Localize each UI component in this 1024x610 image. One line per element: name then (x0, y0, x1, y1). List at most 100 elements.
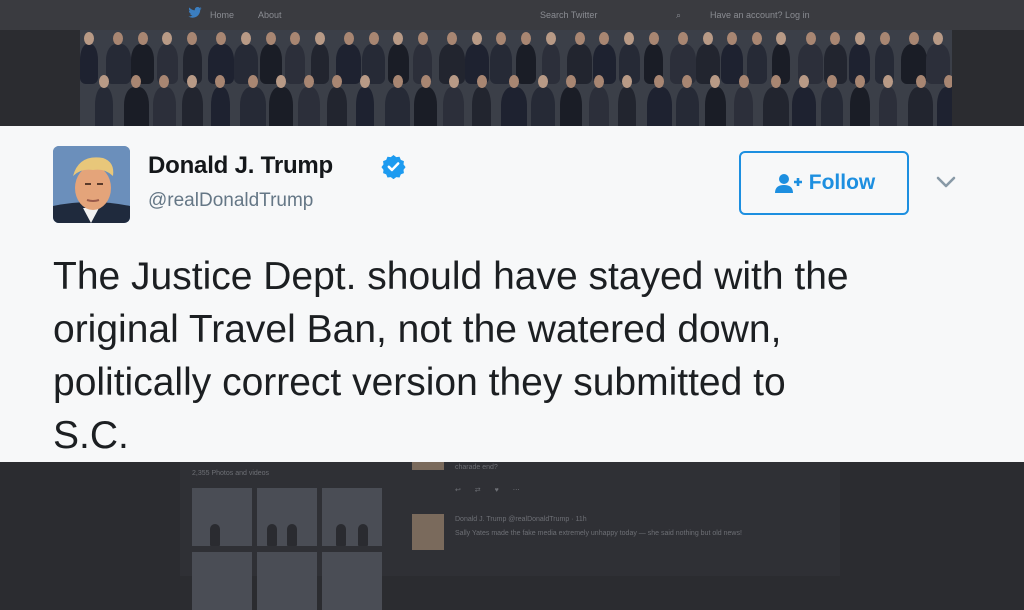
crowd-person-head (332, 75, 343, 88)
background-profile-content: 2,355 Photos and videos charade end? ↩ ⇄… (180, 462, 840, 610)
crowd-person-head (648, 32, 659, 45)
photo-thumbnail[interactable] (192, 552, 252, 610)
crowd-person-head (682, 75, 693, 88)
crowd-person-head (702, 32, 713, 45)
crowd-person (152, 87, 176, 128)
crowd-front-row (80, 75, 952, 128)
crowd-person-head (304, 75, 314, 88)
photo-thumbnail[interactable] (322, 488, 382, 546)
crowd-person-head (290, 32, 301, 45)
crowd-person-head (574, 32, 585, 45)
crowd-person-head (360, 75, 371, 88)
crowd-person-head (751, 32, 762, 45)
crowd-person-head (537, 75, 548, 88)
crowd-person-head (654, 75, 665, 88)
tweet-text: Sally Yates made the fake media extremel… (455, 530, 742, 537)
crowd-person-head (162, 32, 173, 45)
crowd-person (123, 87, 149, 128)
crowd-person-head (624, 32, 635, 45)
crowd-person-head (621, 75, 632, 88)
crowd-person-head (98, 75, 109, 88)
crowd-person-head (933, 32, 944, 45)
crowd-person-head (727, 32, 738, 45)
photo-thumbnail[interactable] (192, 488, 252, 546)
crowd-person-head (314, 32, 325, 45)
crowd-person (501, 87, 528, 128)
follow-button-label: Follow (808, 171, 876, 194)
photo-thumbnail[interactable] (257, 552, 317, 610)
chevron-down-icon[interactable] (934, 170, 958, 194)
crowd-person (385, 87, 411, 128)
tweet-text: The Justice Dept. should have stayed wit… (53, 255, 849, 457)
crowd-person-head (509, 75, 520, 88)
crowd-person-head (247, 75, 258, 88)
prev-tweet-text: charade end? (455, 464, 498, 471)
crowd-person (327, 87, 348, 128)
search-icon[interactable]: ⌕ (676, 10, 681, 21)
crowd-person-head (830, 32, 841, 45)
crowd-person-head (599, 32, 610, 45)
crowd-person-head (215, 75, 226, 88)
crowd-person (704, 87, 726, 128)
follow-button[interactable]: Follow (739, 151, 909, 215)
verified-badge-icon (381, 155, 406, 179)
crowd-person (617, 87, 636, 128)
display-name[interactable]: Donald J. Trump (148, 152, 333, 180)
user-handle[interactable]: @realDonaldTrump (148, 190, 313, 212)
crowd-person (181, 87, 203, 128)
crowd-person (210, 87, 230, 128)
avatar[interactable] (53, 146, 130, 223)
crowd-person-head (496, 32, 507, 45)
twitter-bird-icon (188, 7, 202, 18)
add-user-icon (774, 174, 802, 193)
crowd-person-head (943, 75, 952, 88)
tweet-actions[interactable]: ↩ ⇄ ♥ ⋯ (455, 486, 526, 494)
crowd-person-head (265, 32, 276, 45)
nav-home[interactable]: Home (210, 10, 234, 20)
crowd-person (298, 87, 320, 128)
crowd-person-head (545, 32, 556, 45)
crowd-person-head (771, 75, 782, 88)
crowd-person (646, 87, 672, 128)
crowd-person (937, 87, 952, 128)
crowd-person (530, 87, 555, 128)
photos-videos-label[interactable]: 2,355 Photos and videos (192, 470, 269, 477)
photo-thumbnail[interactable] (257, 488, 317, 546)
crowd-person (734, 87, 753, 128)
crowd-person-head (908, 32, 919, 45)
crowd-person-head (216, 32, 227, 45)
crowd-person-head (805, 32, 816, 45)
crowd-person (559, 87, 582, 128)
crowd-person-head (392, 75, 403, 88)
crowd-person-head (137, 32, 148, 45)
tweet-avatar[interactable] (412, 462, 444, 470)
login-link[interactable]: Have an account? Log in (710, 10, 810, 20)
crowd-person (879, 87, 898, 128)
crowd-person-head (343, 32, 354, 45)
tweet-card: Donald J. Trump @realDonaldTrump Follow … (0, 126, 1024, 462)
photo-thumbnail[interactable] (322, 552, 382, 610)
crowd-person-head (476, 75, 487, 88)
crowd-person-head (420, 75, 431, 88)
crowd-person (268, 87, 293, 128)
crowd-person-head (84, 32, 94, 45)
crowd-person-head (368, 32, 379, 45)
crowd-person (239, 87, 266, 128)
crowd-person-head (187, 32, 198, 45)
crowd-person-head (417, 32, 428, 45)
background-top-nav: Home About Search Twitter ⌕ Have an acco… (0, 0, 1024, 30)
crowd-person (850, 87, 871, 128)
header-photo (80, 30, 952, 128)
crowd-person-head (447, 32, 458, 45)
search-input[interactable]: Search Twitter (540, 10, 597, 20)
crowd-person-head (827, 75, 838, 88)
crowd-person (94, 87, 113, 128)
tweet-avatar[interactable] (412, 514, 444, 550)
crowd-person-head (855, 75, 866, 88)
crowd-person (908, 87, 934, 128)
crowd-person (763, 87, 790, 128)
crowd-person (414, 87, 438, 128)
nav-about[interactable]: About (258, 10, 282, 20)
crowd-person-head (393, 32, 404, 45)
crowd-person (821, 87, 844, 128)
